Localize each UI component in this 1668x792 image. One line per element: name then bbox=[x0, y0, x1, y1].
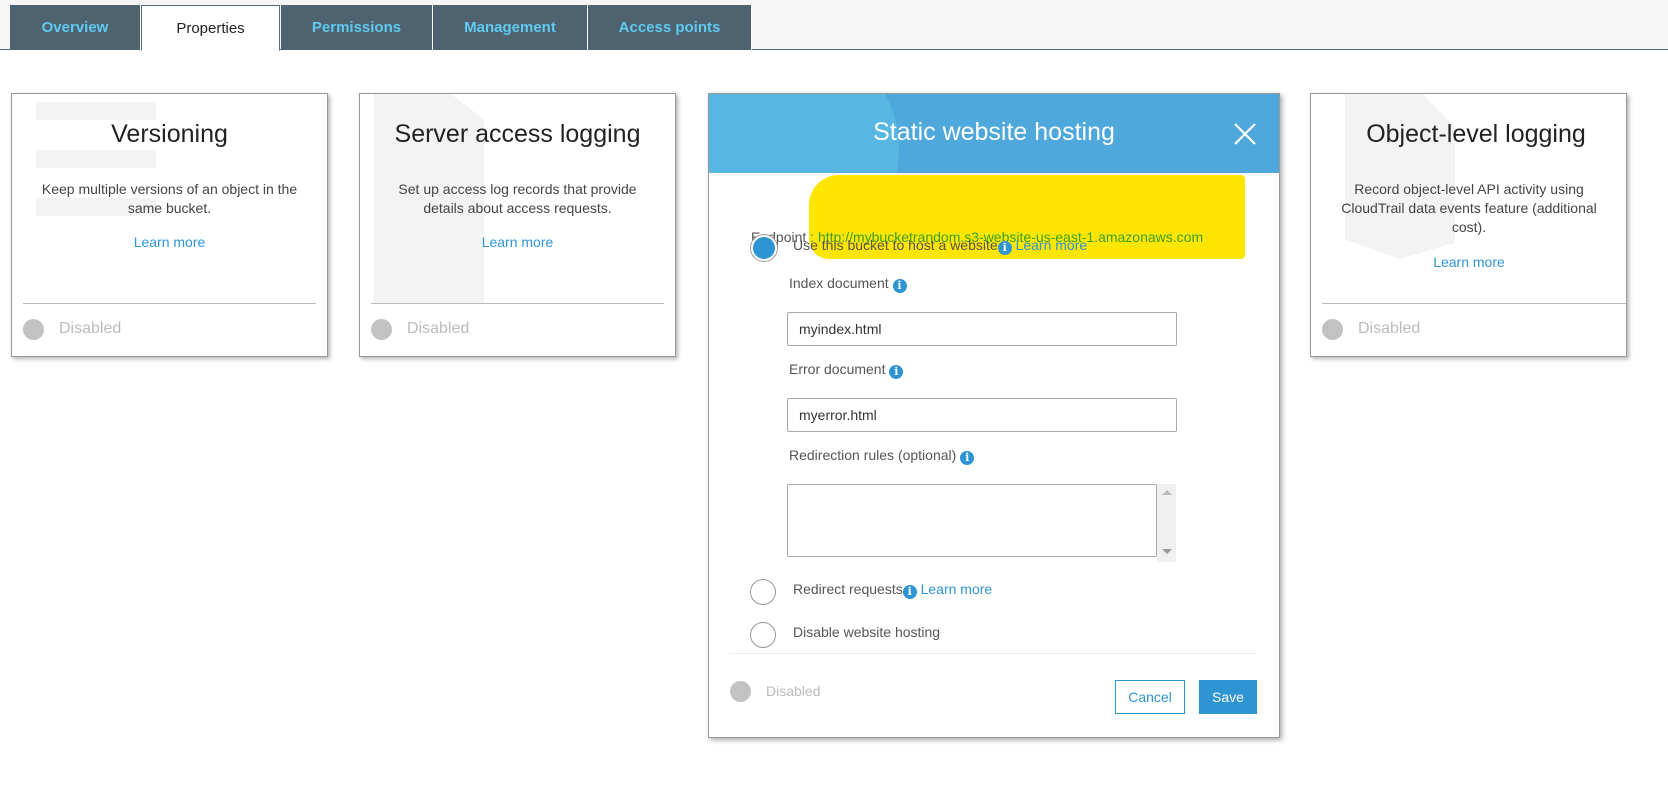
tab-permissions[interactable]: Permissions bbox=[281, 5, 433, 50]
status-indicator-icon bbox=[1322, 319, 1343, 340]
card-title: Versioning bbox=[111, 120, 228, 148]
card-description: Set up access log records that provide de… bbox=[398, 181, 637, 216]
versioning-bg-icon-bar bbox=[36, 150, 156, 168]
learn-more-link[interactable]: Learn more bbox=[360, 234, 675, 250]
redirect-requests-label: Redirect requests bbox=[793, 581, 903, 597]
redirection-rules-label: Redirection rules (optional) i bbox=[789, 447, 975, 465]
tab-properties[interactable]: Properties bbox=[141, 5, 280, 51]
status-indicator-icon bbox=[371, 319, 392, 340]
status-indicator-icon bbox=[730, 681, 751, 702]
scroll-up-icon[interactable] bbox=[1161, 490, 1172, 495]
redirect-requests-row: Redirect requests i Learn more bbox=[793, 581, 992, 599]
textarea-scrollbar[interactable] bbox=[1157, 484, 1176, 562]
status-indicator-icon bbox=[23, 319, 44, 340]
info-icon[interactable]: i bbox=[889, 365, 904, 379]
learn-more-link[interactable]: Learn more bbox=[1311, 254, 1626, 270]
cancel-button[interactable]: Cancel bbox=[1115, 680, 1185, 714]
info-icon[interactable]: i bbox=[902, 585, 917, 599]
divider bbox=[729, 653, 1257, 654]
tab-bar: Overview Properties Permissions Manageme… bbox=[0, 0, 1668, 51]
status-text: Disabled bbox=[407, 320, 470, 337]
server-access-logging-card[interactable]: Server access logging Set up access log … bbox=[359, 93, 676, 357]
card-title: Object-level logging bbox=[1366, 120, 1586, 148]
index-document-input[interactable]: myindex.html bbox=[787, 312, 1177, 346]
panel-header: Static website hosting bbox=[709, 94, 1279, 173]
scroll-down-icon[interactable] bbox=[1161, 549, 1172, 554]
save-button[interactable]: Save bbox=[1199, 680, 1257, 714]
static-website-hosting-panel: Static website hosting Endpoint : http:/… bbox=[708, 93, 1280, 738]
tab-overview[interactable]: Overview bbox=[10, 5, 141, 50]
versioning-bg-icon bbox=[36, 102, 156, 120]
close-icon[interactable] bbox=[1229, 118, 1261, 150]
card-title: Server access logging bbox=[394, 120, 641, 148]
redirection-rules-textarea[interactable] bbox=[787, 484, 1157, 557]
learn-more-link[interactable]: Learn more bbox=[12, 234, 327, 250]
learn-more-link[interactable]: Learn more bbox=[1016, 237, 1088, 253]
host-website-radio[interactable] bbox=[751, 235, 777, 261]
status-text: Disabled bbox=[59, 320, 122, 337]
disable-hosting-radio[interactable] bbox=[750, 622, 776, 648]
status-text: Disabled bbox=[1358, 320, 1421, 337]
redirect-requests-radio[interactable] bbox=[750, 579, 776, 605]
tab-access-points[interactable]: Access points bbox=[588, 5, 752, 50]
error-document-input[interactable]: myerror.html bbox=[787, 398, 1177, 432]
learn-more-link[interactable]: Learn more bbox=[921, 581, 993, 597]
error-document-label: Error document i bbox=[789, 361, 904, 379]
object-level-logging-card[interactable]: Object-level logging Record object-level… bbox=[1310, 93, 1627, 357]
host-website-row: Use this bucket to host a website i Learn… bbox=[793, 237, 1087, 255]
versioning-card[interactable]: Versioning Keep multiple versions of an … bbox=[11, 93, 328, 357]
divider bbox=[23, 303, 316, 304]
card-description: Keep multiple versions of an object in t… bbox=[41, 181, 298, 216]
host-website-label: Use this bucket to host a website bbox=[793, 237, 998, 253]
divider bbox=[1322, 303, 1626, 304]
divider bbox=[371, 303, 664, 304]
status-text: Disabled bbox=[766, 683, 821, 699]
disable-hosting-label: Disable website hosting bbox=[793, 624, 941, 640]
index-document-label: Index document i bbox=[789, 275, 907, 293]
tab-management[interactable]: Management bbox=[433, 5, 588, 50]
panel-title: Static website hosting bbox=[873, 118, 1115, 146]
info-icon[interactable]: i bbox=[997, 241, 1012, 255]
card-description: Record object-level API activity using Cl… bbox=[1341, 181, 1597, 235]
info-icon[interactable]: i bbox=[892, 279, 907, 293]
info-icon[interactable]: i bbox=[960, 451, 975, 465]
